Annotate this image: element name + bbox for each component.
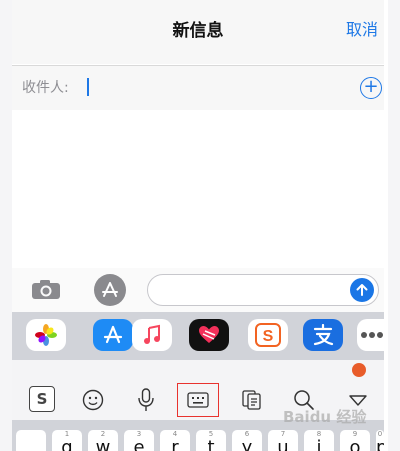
key-i[interactable]: 8i (304, 430, 334, 451)
photos-icon[interactable] (26, 319, 66, 351)
svg-text:S: S (263, 328, 274, 345)
send-button[interactable] (350, 278, 374, 302)
left-gutter (0, 0, 12, 451)
app-store-glyph-icon (103, 325, 123, 344)
right-gutter (388, 0, 400, 451)
ellipsis-icon (361, 332, 383, 338)
suggestion-strip (12, 360, 384, 380)
mic-glyph-icon (138, 388, 154, 411)
more-icon[interactable] (357, 319, 387, 351)
key-o[interactable]: 9o (340, 430, 370, 451)
app-store-glyph-icon (102, 282, 118, 297)
alipay-icon[interactable] (303, 319, 343, 351)
app-drawer: S (12, 312, 387, 360)
recipient-label: 收件人: (22, 80, 69, 96)
music-note-icon (144, 324, 160, 344)
smiley-icon (82, 389, 104, 411)
sogou-icon[interactable]: S (248, 319, 288, 351)
key-e[interactable]: 3e (124, 430, 154, 451)
keyboard-icon[interactable] (177, 383, 219, 417)
photos-flower-icon (35, 324, 57, 346)
emoji-icon[interactable] (81, 388, 105, 412)
recipient-input[interactable] (82, 77, 332, 99)
app-store-icon[interactable] (94, 274, 126, 306)
compose-bar (12, 268, 384, 312)
heart-icon (199, 326, 219, 343)
nav-bar: 新信息 取消 (12, 0, 384, 64)
key-w[interactable]: 2w (88, 430, 118, 451)
key-t[interactable]: 5t (196, 430, 226, 451)
microphone-icon[interactable] (134, 388, 158, 412)
key-p[interactable]: 0p (376, 430, 384, 451)
alipay-glyph-icon (313, 324, 334, 346)
music-icon[interactable] (132, 319, 172, 351)
digital-touch-icon[interactable] (189, 319, 229, 351)
fox-icon (352, 363, 366, 377)
message-input[interactable] (147, 274, 379, 306)
key-q-partial (16, 430, 46, 451)
triangle-down-icon (349, 395, 367, 406)
add-contact-button[interactable]: + (360, 77, 382, 99)
app-store-icon[interactable] (93, 319, 133, 351)
key-u[interactable]: 7u (268, 430, 298, 451)
text-caret (87, 78, 89, 96)
page-title: 新信息 (172, 21, 224, 41)
clipboard-glyph-icon (242, 390, 261, 410)
cancel-button[interactable]: 取消 (346, 16, 378, 40)
camera-icon[interactable] (31, 280, 61, 300)
sogou-logo-icon[interactable]: S (29, 386, 55, 412)
key-y[interactable]: 6y (232, 430, 262, 451)
message-thread (12, 110, 384, 268)
sogou-s-icon: S (255, 323, 281, 347)
key-r[interactable]: 4r (160, 430, 190, 451)
clipboard-icon[interactable] (240, 388, 264, 412)
recipient-row: 收件人: + (12, 66, 384, 110)
watermark: Baidu 经验 (283, 408, 367, 426)
arrow-up-icon (356, 284, 368, 296)
keyboard-glyph-icon (187, 392, 209, 408)
key-q[interactable]: 1q (52, 430, 82, 451)
